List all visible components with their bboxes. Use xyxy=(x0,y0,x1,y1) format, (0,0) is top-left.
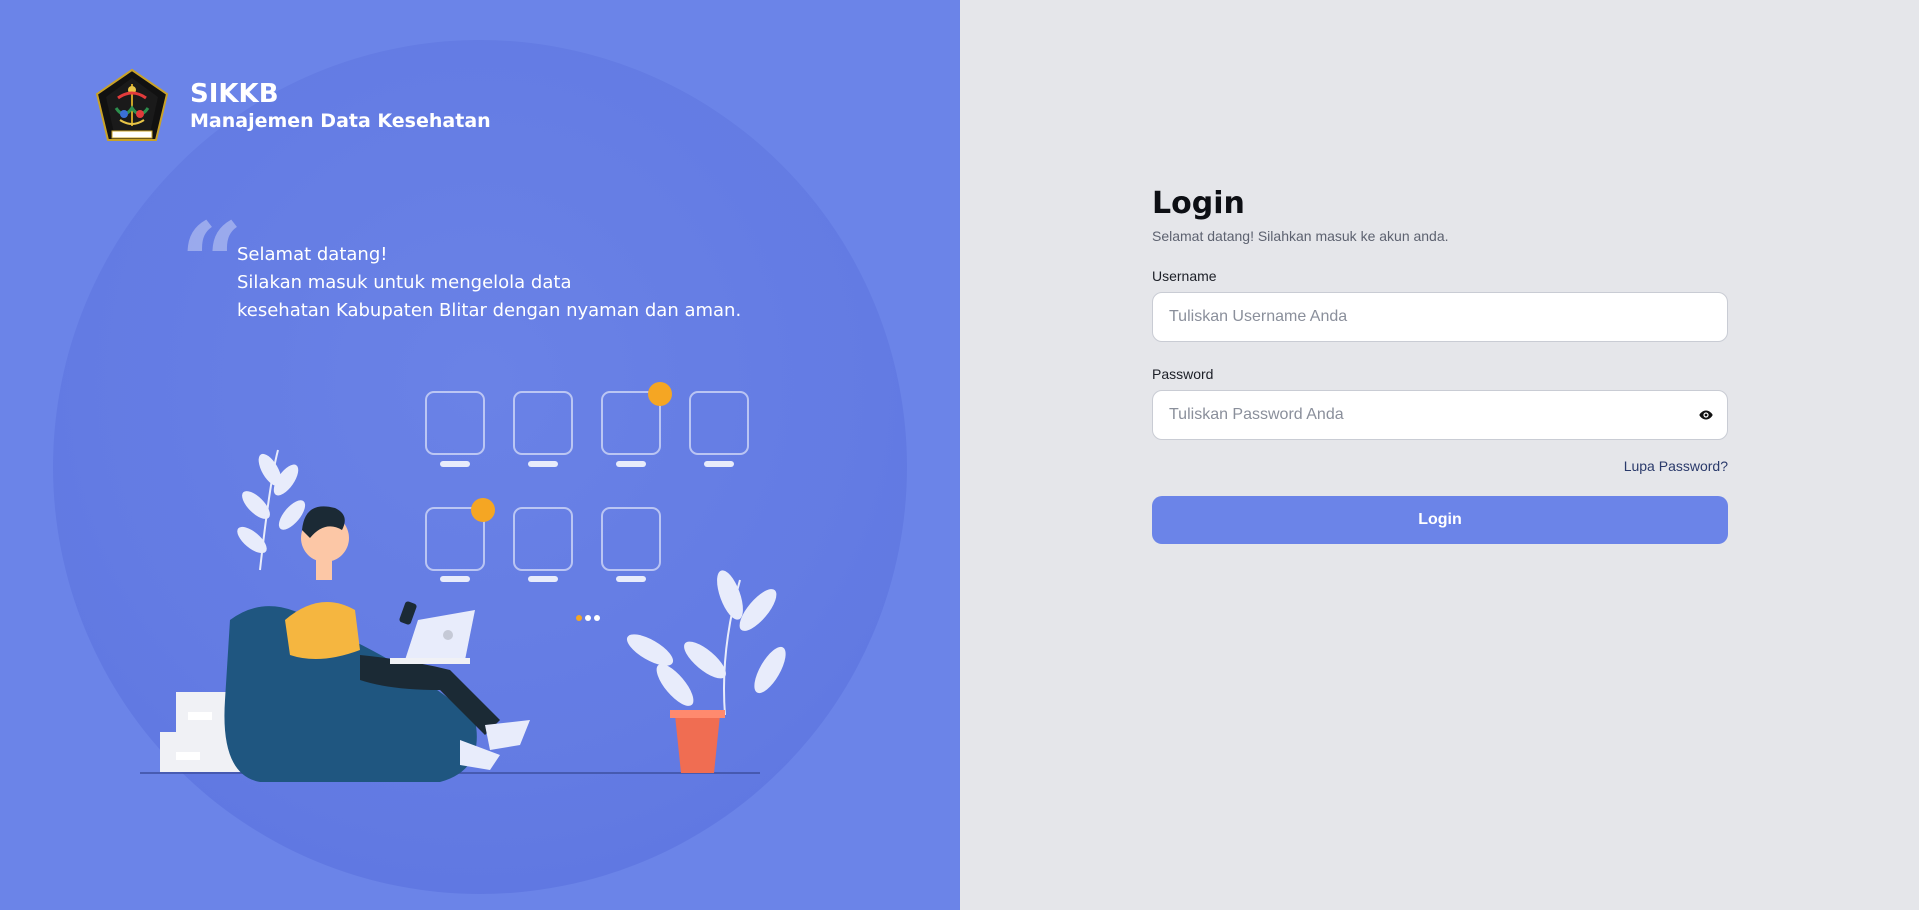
password-label: Password xyxy=(1152,366,1214,382)
login-title: Login xyxy=(1152,186,1245,221)
login-form: Login Selamat datang! Silahkan masuk ke … xyxy=(1152,186,1728,544)
regency-emblem-icon xyxy=(95,68,169,141)
left-hero-panel: SIKKB Manajemen Data Kesehatan “ Selamat… xyxy=(0,0,960,910)
brand: SIKKB Manajemen Data Kesehatan xyxy=(94,68,491,144)
eye-icon[interactable] xyxy=(1696,405,1716,425)
username-input[interactable] xyxy=(1152,292,1728,342)
login-subtitle: Selamat datang! Silahkan masuk ke akun a… xyxy=(1152,228,1449,244)
app-tiles xyxy=(425,391,749,571)
quote-mark-icon: “ xyxy=(180,198,244,327)
brand-title: SIKKB xyxy=(190,79,279,109)
notification-dot-icon xyxy=(648,382,672,406)
password-input[interactable] xyxy=(1152,390,1728,440)
username-label: Username xyxy=(1152,268,1217,284)
notification-dot-icon xyxy=(471,498,495,522)
welcome-quote: Selamat datang! Silakan masuk untuk meng… xyxy=(237,241,741,325)
quote-line: kesehatan Kabupaten Blitar dengan nyaman… xyxy=(237,300,742,321)
brand-subtitle: Manajemen Data Kesehatan xyxy=(190,110,491,132)
plant-right xyxy=(626,570,786,773)
forgot-password-link[interactable]: Lupa Password? xyxy=(1624,458,1728,474)
right-login-panel: Login Selamat datang! Silahkan masuk ke … xyxy=(960,0,1919,910)
quote-line: Silakan masuk untuk mengelola data xyxy=(237,272,572,293)
quote-line: Selamat datang! xyxy=(237,244,388,265)
person-with-laptop-illustration xyxy=(140,382,786,782)
login-button[interactable]: Login xyxy=(1152,496,1728,544)
plant-left xyxy=(237,449,306,571)
